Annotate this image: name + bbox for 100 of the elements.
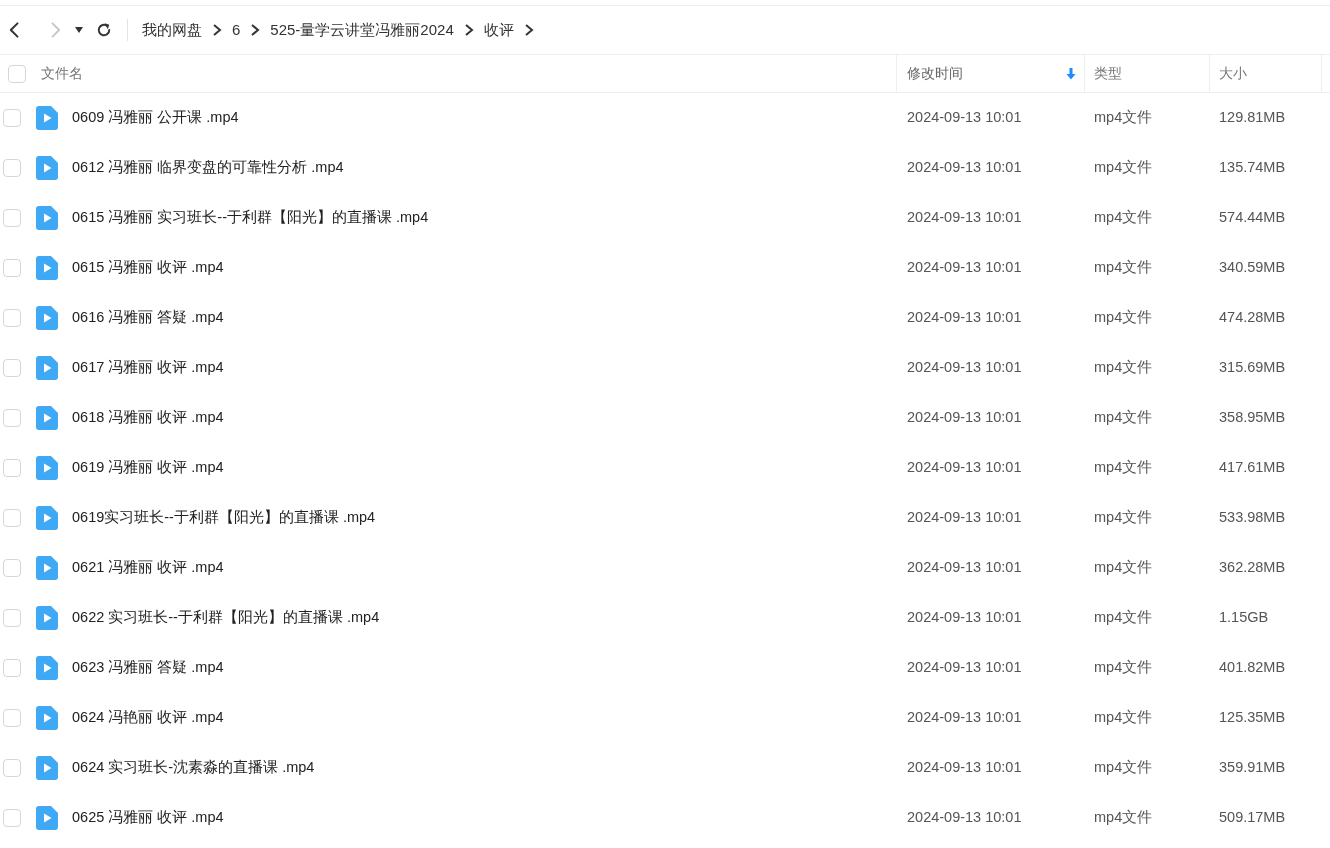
video-file-icon [36,456,58,480]
video-file-icon [36,406,58,430]
row-checkbox[interactable] [3,809,21,827]
file-type: mp4文件 [1093,208,1154,228]
file-type: mp4文件 [1093,158,1154,178]
sort-descending-icon [1066,67,1076,80]
file-size: 474.28MB [1218,308,1287,328]
file-size: 1.15GB [1218,608,1270,628]
file-name: 0618 冯雅丽 收评 .mp4 [72,408,224,428]
column-header[interactable]: 类型 [1085,55,1210,92]
refresh-icon [95,21,113,39]
file-size: 533.98MB [1218,508,1287,528]
row-checkbox[interactable] [3,359,21,377]
file-row[interactable]: 0615 冯雅丽 实习班长--于利群【阳光】的直播课 .mp4 2024-09-13 10:01 mp4文件 574.44MB [0,193,1330,243]
row-checkbox[interactable] [3,109,21,127]
video-file-icon [36,556,58,580]
file-row[interactable]: 0619实习班长--于利群【阳光】的直播课 .mp4 2024-09-13 10:01 mp4文件 533.98MB [0,493,1330,543]
modified-time: 2024-09-13 10:01 [906,808,1023,828]
modified-time: 2024-09-13 10:01 [906,608,1023,628]
row-checkbox[interactable] [3,659,21,677]
modified-time: 2024-09-13 10:01 [906,108,1023,128]
breadcrumb-link[interactable]: 525-量学云讲堂冯雅丽2024 [270,18,454,42]
file-row[interactable]: 0625 冯雅丽 收评 .mp4 2024-09-13 10:01 mp4文件 509.17MB [0,793,1330,843]
modified-time: 2024-09-13 10:01 [906,708,1023,728]
row-checkbox[interactable] [3,759,21,777]
row-checkbox[interactable] [3,459,21,477]
video-file-icon [36,806,58,830]
file-type: mp4文件 [1093,808,1154,828]
chevron-right-icon [250,24,261,36]
row-checkbox[interactable] [3,309,21,327]
file-row[interactable]: 0615 冯雅丽 收评 .mp4 2024-09-13 10:01 mp4文件 340.59MB [0,243,1330,293]
video-file-icon [36,506,58,530]
video-file-icon [36,206,58,230]
caret-down-icon [75,27,83,33]
file-name: 0621 冯雅丽 收评 .mp4 [72,558,224,578]
file-type: mp4文件 [1093,308,1154,328]
file-type: mp4文件 [1093,558,1154,578]
file-name: 0623 冯雅丽 答疑 .mp4 [72,658,224,678]
row-checkbox[interactable] [3,159,21,177]
file-name: 0625 冯雅丽 收评 .mp4 [72,808,224,828]
modified-time: 2024-09-13 10:01 [906,558,1023,578]
file-name: 0624 冯艳丽 收评 .mp4 [72,708,224,728]
breadcrumb-link[interactable]: 6 [232,18,241,42]
file-name: 0619 冯雅丽 收评 .mp4 [72,458,224,478]
breadcrumb-link[interactable]: 我的网盘 [142,18,202,42]
modified-time: 2024-09-13 10:01 [906,158,1023,178]
file-name: 0612 冯雅丽 临界变盘的可靠性分析 .mp4 [72,158,344,178]
file-name: 0624 实习班长-沈素淼的直播课 .mp4 [72,758,315,778]
video-file-icon [36,106,58,130]
file-row[interactable]: 0621 冯雅丽 收评 .mp4 2024-09-13 10:01 mp4文件 362.28MB [0,543,1330,593]
row-checkbox[interactable] [3,709,21,727]
file-row[interactable]: 0619 冯雅丽 收评 .mp4 2024-09-13 10:01 mp4文件 417.61MB [0,443,1330,493]
modified-time: 2024-09-13 10:01 [906,658,1023,678]
file-row[interactable]: 0618 冯雅丽 收评 .mp4 2024-09-13 10:01 mp4文件 358.95MB [0,393,1330,443]
file-row[interactable]: 0609 冯雅丽 公开课 .mp4 2024-09-13 10:01 mp4文件 129.81MB [0,93,1330,143]
file-name: 0616 冯雅丽 答疑 .mp4 [72,308,224,328]
file-row[interactable]: 0622 实习班长--于利群【阳光】的直播课 .mp4 2024-09-13 10:01 mp4文件 1.15GB [0,593,1330,643]
file-size: 340.59MB [1218,258,1287,278]
row-checkbox[interactable] [3,509,21,527]
breadcrumb-link[interactable]: 收评 [483,18,514,42]
file-size: 129.81MB [1218,108,1287,128]
file-row[interactable]: 0612 冯雅丽 临界变盘的可靠性分析 .mp4 2024-09-13 10:01 mp4文件 135.74MB [0,143,1330,193]
file-type: mp4文件 [1093,258,1154,278]
video-file-icon [36,256,58,280]
row-checkbox[interactable] [3,409,21,427]
file-size: 358.95MB [1218,408,1287,428]
file-row[interactable]: 0617 冯雅丽 收评 .mp4 2024-09-13 10:01 mp4文件 315.69MB [0,343,1330,393]
column-header[interactable]: 修改时间 [897,55,1085,92]
file-row[interactable]: 0623 冯雅丽 答疑 .mp4 2024-09-13 10:01 mp4文件 401.82MB [0,643,1330,693]
file-name: 0619实习班长--于利群【阳光】的直播课 .mp4 [72,508,376,528]
modified-time: 2024-09-13 10:01 [906,358,1023,378]
row-checkbox[interactable] [3,559,21,577]
video-file-icon [36,656,58,680]
modified-time: 2024-09-13 10:01 [906,458,1023,478]
modified-time: 2024-09-13 10:01 [906,258,1023,278]
file-row[interactable]: 0624 实习班长-沈素淼的直播课 .mp4 2024-09-13 10:01 mp4文件 359.91MB [0,743,1330,793]
video-file-icon [36,756,58,780]
row-checkbox[interactable] [3,209,21,227]
chevron-right-icon [463,24,474,36]
chevron-right-icon [523,24,534,36]
file-size: 135.74MB [1218,158,1287,178]
file-size: 315.69MB [1218,358,1287,378]
modified-time: 2024-09-13 10:01 [906,758,1023,778]
select-all-checkbox[interactable] [8,65,26,83]
modified-time: 2024-09-13 10:01 [906,308,1023,328]
row-checkbox[interactable] [3,259,21,277]
file-row[interactable]: 0624 冯艳丽 收评 .mp4 2024-09-13 10:01 mp4文件 125.35MB [0,693,1330,743]
column-header[interactable]: 文件名 [0,55,897,92]
video-file-icon [36,706,58,730]
file-name: 0622 实习班长--于利群【阳光】的直播课 .mp4 [72,608,380,628]
file-row[interactable]: 0616 冯雅丽 答疑 .mp4 2024-09-13 10:01 mp4文件 474.28MB [0,293,1330,343]
column-header[interactable]: 大小 [1210,55,1322,92]
file-name: 0609 冯雅丽 公开课 .mp4 [72,108,239,128]
video-file-icon [36,606,58,630]
row-checkbox[interactable] [3,609,21,627]
file-size: 125.35MB [1218,708,1287,728]
file-name: 0617 冯雅丽 收评 .mp4 [72,358,224,378]
file-type: mp4文件 [1093,358,1154,378]
chevron-right-icon [212,24,222,36]
video-file-icon [36,156,58,180]
